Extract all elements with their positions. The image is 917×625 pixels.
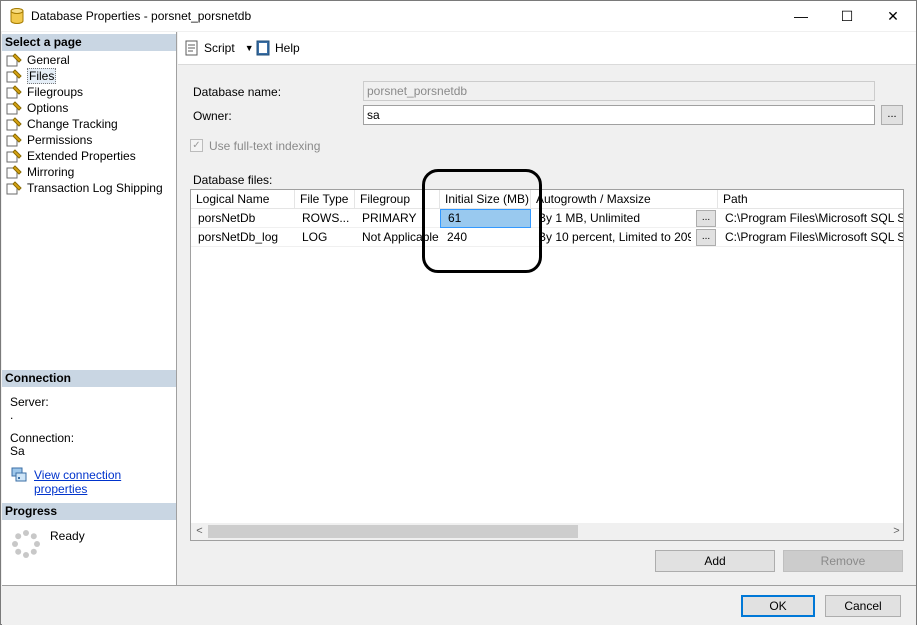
database-name-field <box>363 81 875 101</box>
page-label: Extended Properties <box>27 149 136 163</box>
owner-label: Owner: <box>193 109 232 123</box>
page-item-mirroring[interactable]: Mirroring <box>2 164 176 180</box>
page-label: Files <box>27 68 57 84</box>
title-bar[interactable]: Database Properties - porsnet_porsnetdb … <box>1 1 916 31</box>
left-pane: Select a page General Files Filegroups O… <box>2 32 177 585</box>
help-button[interactable]: Help <box>255 40 300 56</box>
help-label: Help <box>275 41 300 55</box>
files-page-content: Database name: Owner: ... ✓ Use full-tex… <box>178 72 916 585</box>
cancel-button[interactable]: Cancel <box>825 595 901 617</box>
page-item-extended-properties[interactable]: Extended Properties <box>2 148 176 164</box>
connection-label: Connection: <box>10 431 75 445</box>
cell-filegroup[interactable]: PRIMARY <box>355 209 440 228</box>
dialog-button-bar: OK Cancel <box>2 585 916 625</box>
close-button[interactable]: ✕ <box>870 1 916 31</box>
horizontal-scrollbar[interactable]: < > <box>191 523 903 540</box>
page-wrench-icon <box>6 69 22 83</box>
cell-initial-size[interactable]: 61 <box>440 209 531 228</box>
remove-button: Remove <box>783 550 903 572</box>
page-wrench-icon <box>6 165 22 179</box>
column-header-file-type[interactable]: File Type <box>295 190 355 209</box>
view-connection-properties-link[interactable]: View connection properties <box>34 468 176 496</box>
connection-value: Sa <box>10 444 25 458</box>
database-icon <box>10 8 24 24</box>
page-label: Permissions <box>27 133 93 147</box>
database-files-grid[interactable]: Logical Name File Type Filegroup Initial… <box>190 189 904 541</box>
page-wrench-icon <box>6 149 22 163</box>
page-wrench-icon <box>6 53 22 67</box>
help-icon <box>256 40 270 56</box>
column-header-autogrowth[interactable]: Autogrowth / Maxsize <box>531 190 718 209</box>
script-label: Script <box>204 41 235 55</box>
page-wrench-icon <box>6 133 22 147</box>
progress-spinner-icon <box>12 530 40 558</box>
owner-field[interactable] <box>363 105 875 125</box>
scroll-left-icon[interactable]: < <box>191 523 208 540</box>
page-item-files[interactable]: Files <box>2 68 176 84</box>
database-name-label: Database name: <box>193 85 282 99</box>
scroll-right-icon[interactable]: > <box>888 523 903 540</box>
page-item-change-tracking[interactable]: Change Tracking <box>2 116 176 132</box>
cell-initial-size[interactable]: 240 <box>440 228 531 247</box>
column-header-path[interactable]: Path <box>718 190 903 209</box>
column-header-logical-name[interactable]: Logical Name <box>191 190 295 209</box>
cell-logical-name[interactable]: porsNetDb_log <box>191 228 295 247</box>
cell-autogrowth: By 1 MB, Unlimited <box>538 211 641 225</box>
column-header-filegroup[interactable]: Filegroup <box>355 190 440 209</box>
page-wrench-icon <box>6 117 22 131</box>
page-label: General <box>27 53 70 67</box>
cell-file-type[interactable]: LOG <box>295 228 355 247</box>
cell-path[interactable]: C:\Program Files\Microsoft SQL Serve <box>718 228 903 247</box>
table-row[interactable]: porsNetDb_log LOG Not Applicable 240 By … <box>191 228 903 247</box>
cell-autogrowth: By 10 percent, Limited to 209... <box>538 230 691 244</box>
fulltext-label: Use full-text indexing <box>209 139 321 153</box>
page-list: General Files Filegroups Options Change … <box>2 52 176 196</box>
autogrowth-edit-button[interactable]: ... <box>696 210 716 227</box>
page-item-options[interactable]: Options <box>2 100 176 116</box>
maximize-button[interactable]: ☐ <box>824 1 870 31</box>
page-item-transaction-log-shipping[interactable]: Transaction Log Shipping <box>2 180 176 196</box>
grid-header: Logical Name File Type Filegroup Initial… <box>191 190 903 209</box>
script-button[interactable]: Script ▼ <box>184 40 254 56</box>
server-value: . <box>10 408 14 422</box>
toolbar: Script ▼ Help <box>178 32 916 65</box>
add-button[interactable]: Add <box>655 550 775 572</box>
page-wrench-icon <box>6 85 22 99</box>
scrollbar-thumb[interactable] <box>208 525 578 538</box>
progress-header: Progress <box>2 503 176 520</box>
database-files-label: Database files: <box>193 173 273 187</box>
cell-filegroup[interactable]: Not Applicable <box>355 228 440 247</box>
page-wrench-icon <box>6 181 22 195</box>
page-label: Change Tracking <box>27 117 118 131</box>
database-properties-window: Database Properties - porsnet_porsnetdb … <box>0 0 917 625</box>
autogrowth-edit-button[interactable]: ... <box>696 229 716 246</box>
cell-logical-name[interactable]: porsNetDb <box>191 209 295 228</box>
page-label: Filegroups <box>27 85 84 99</box>
table-row[interactable]: porsNetDb ROWS... PRIMARY 61 By 1 MB, Un… <box>191 209 903 228</box>
minimize-button[interactable]: — <box>778 1 824 31</box>
connection-properties-icon <box>11 467 27 482</box>
owner-browse-button[interactable]: ... <box>881 105 903 125</box>
cell-file-type[interactable]: ROWS... <box>295 209 355 228</box>
fulltext-checkbox: ✓ <box>190 139 203 152</box>
server-label: Server: <box>10 395 49 409</box>
right-pane: Script ▼ Help Database name: Owner: ... … <box>178 32 916 585</box>
page-label: Transaction Log Shipping <box>27 181 163 195</box>
script-icon <box>185 40 198 56</box>
page-item-general[interactable]: General <box>2 52 176 68</box>
page-item-permissions[interactable]: Permissions <box>2 132 176 148</box>
page-label: Mirroring <box>27 165 75 179</box>
window-title: Database Properties - porsnet_porsnetdb <box>31 9 252 23</box>
progress-status: Ready <box>50 529 85 543</box>
cell-path[interactable]: C:\Program Files\Microsoft SQL Serve <box>718 209 903 228</box>
ok-button[interactable]: OK <box>741 595 815 617</box>
page-item-filegroups[interactable]: Filegroups <box>2 84 176 100</box>
connection-header: Connection <box>2 370 176 387</box>
column-header-initial-size[interactable]: Initial Size (MB) <box>440 190 531 209</box>
select-page-header: Select a page <box>2 34 176 51</box>
chevron-down-icon[interactable]: ▼ <box>245 43 254 53</box>
page-wrench-icon <box>6 101 22 115</box>
page-label: Options <box>27 101 69 115</box>
